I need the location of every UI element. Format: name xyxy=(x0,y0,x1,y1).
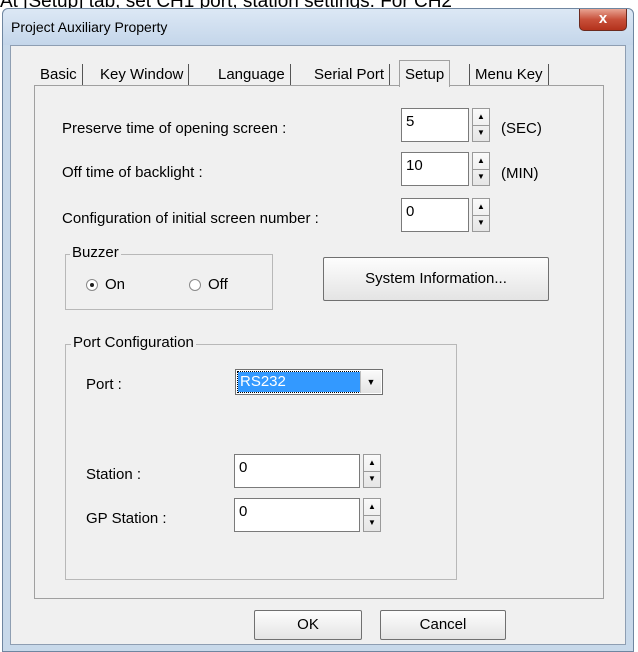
gp-station-input[interactable]: 0 xyxy=(234,498,360,532)
station-input[interactable]: 0 xyxy=(234,454,360,488)
preserve-time-input[interactable]: 5 xyxy=(401,108,469,142)
buzzer-on-label[interactable]: On xyxy=(105,276,125,293)
dialog-client-area: Basic Key Window Language Serial Port Se… xyxy=(10,45,626,645)
buzzer-on-radio[interactable] xyxy=(86,279,98,291)
tab-setup[interactable]: Setup xyxy=(399,60,451,87)
title-bar[interactable]: Project Auxiliary Property x xyxy=(3,9,633,45)
backlight-time-unit: (MIN) xyxy=(501,165,539,182)
spin-up-arrow-icon[interactable]: ▲ xyxy=(473,109,489,126)
station-label: Station : xyxy=(86,466,142,483)
setup-tab-page: Preserve time of opening screen : 5 ▲ ▼ … xyxy=(34,85,604,599)
spin-up-arrow-icon[interactable]: ▲ xyxy=(473,153,489,170)
tab-menu-key[interactable]: Menu Key xyxy=(469,64,549,86)
ok-button[interactable]: OK xyxy=(254,610,362,640)
dialog-window: Project Auxiliary Property x Basic Key W… xyxy=(2,8,634,652)
gp-station-spinner[interactable]: ▲ ▼ xyxy=(363,498,381,532)
cancel-button[interactable]: Cancel xyxy=(380,610,506,640)
initial-screen-spinner[interactable]: ▲ ▼ xyxy=(472,198,490,232)
spin-up-arrow-icon[interactable]: ▲ xyxy=(364,455,380,472)
close-icon: x xyxy=(598,10,608,27)
initial-screen-input[interactable]: 0 xyxy=(401,198,469,232)
tab-key-window[interactable]: Key Window xyxy=(95,64,190,86)
spin-down-arrow-icon[interactable]: ▼ xyxy=(364,515,380,531)
backlight-time-input[interactable]: 10 xyxy=(401,152,469,186)
dropdown-arrow-icon[interactable]: ▼ xyxy=(360,371,381,393)
preserve-time-label: Preserve time of opening screen : xyxy=(62,120,287,137)
port-dropdown-value[interactable]: RS232 xyxy=(237,371,361,393)
buzzer-off-radio[interactable] xyxy=(189,279,201,291)
station-spinner[interactable]: ▲ ▼ xyxy=(363,454,381,488)
close-button[interactable]: x xyxy=(579,9,627,31)
spin-down-arrow-icon[interactable]: ▼ xyxy=(473,125,489,141)
gp-station-label: GP Station : xyxy=(86,510,167,527)
port-label: Port : xyxy=(86,376,122,393)
backlight-time-label: Off time of backlight : xyxy=(62,164,203,181)
system-information-button[interactable]: System Information... xyxy=(323,257,549,301)
spin-down-arrow-icon[interactable]: ▼ xyxy=(364,471,380,487)
port-configuration-title: Port Configuration xyxy=(71,334,196,351)
tab-basic[interactable]: Basic xyxy=(35,64,83,86)
tab-serial-port[interactable]: Serial Port xyxy=(309,64,391,86)
window-title: Project Auxiliary Property xyxy=(11,19,168,35)
backlight-time-spinner[interactable]: ▲ ▼ xyxy=(472,152,490,186)
preserve-time-spinner[interactable]: ▲ ▼ xyxy=(472,108,490,142)
buzzer-off-label[interactable]: Off xyxy=(208,276,228,293)
port-dropdown[interactable]: RS232 ▼ xyxy=(235,369,383,395)
buzzer-group-title: Buzzer xyxy=(70,244,121,261)
initial-screen-label: Configuration of initial screen number : xyxy=(62,210,319,227)
spin-up-arrow-icon[interactable]: ▲ xyxy=(364,499,380,516)
spin-down-arrow-icon[interactable]: ▼ xyxy=(473,169,489,185)
spin-up-arrow-icon[interactable]: ▲ xyxy=(473,199,489,216)
tab-language[interactable]: Language xyxy=(213,64,291,86)
spin-down-arrow-icon[interactable]: ▼ xyxy=(473,215,489,231)
preserve-time-unit: (SEC) xyxy=(501,120,542,137)
